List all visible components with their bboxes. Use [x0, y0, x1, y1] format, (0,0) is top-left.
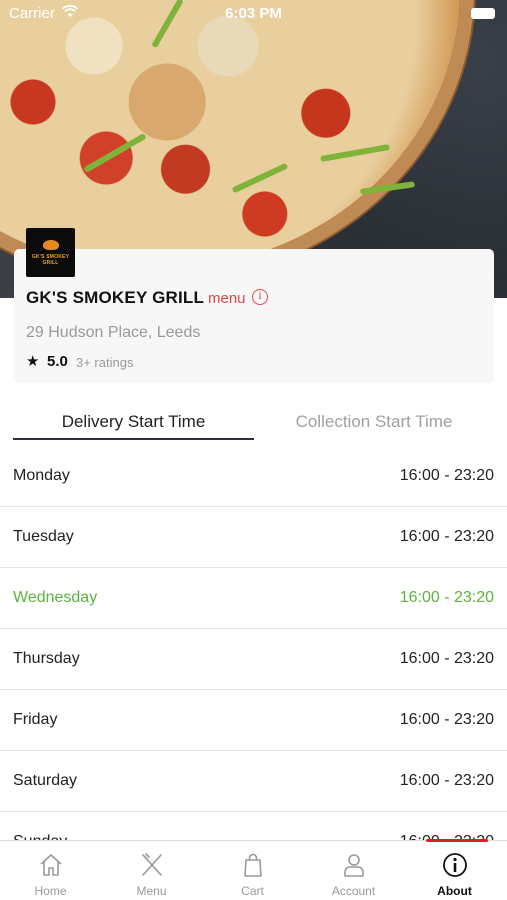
- day-label: Monday: [13, 467, 70, 484]
- ratings-count: 3+ ratings: [76, 355, 134, 370]
- star-icon: ★: [26, 353, 40, 370]
- schedule-row: Thursday 16:00 - 23:20: [0, 629, 507, 690]
- hours-label: 16:00 - 23:20: [399, 711, 494, 728]
- opening-hours-list: Monday 16:00 - 23:20 Tuesday 16:00 - 23:20 W…: [0, 446, 507, 840]
- tab-bar-indicator: [426, 839, 488, 842]
- store-address: 29 Hudson Place, Leeds: [26, 324, 201, 341]
- hours-label: 16:00 - 23:20: [399, 650, 494, 667]
- schedule-row: Friday 16:00 - 23:20: [0, 690, 507, 751]
- hours-label: 16:00 - 23:20: [399, 589, 494, 606]
- info-icon[interactable]: i: [252, 289, 268, 305]
- tab-menu[interactable]: Menu: [101, 841, 202, 900]
- bottom-tab-bar: Home Menu Cart Account About: [0, 840, 507, 900]
- tab-cart[interactable]: Cart: [202, 841, 303, 900]
- schedule-row: Monday 16:00 - 23:20: [0, 446, 507, 507]
- tab-collection-start-time[interactable]: Collection Start Time: [254, 412, 494, 440]
- schedule-row: Saturday 16:00 - 23:20: [0, 751, 507, 812]
- day-label: Wednesday: [13, 589, 98, 606]
- day-label: Friday: [13, 711, 58, 728]
- battery-icon: [471, 8, 495, 19]
- schedule-row: Wednesday 16:00 - 23:20: [0, 568, 507, 629]
- tab-label: Cart: [241, 884, 264, 898]
- store-logo: GK'S SMOKEY GRILL: [26, 228, 75, 277]
- status-bar: Carrier 6:03 PM: [0, 0, 507, 28]
- logo-text: GK'S SMOKEY GRILL: [31, 254, 70, 266]
- tab-about[interactable]: About: [404, 841, 505, 900]
- tab-delivery-start-time[interactable]: Delivery Start Time: [13, 412, 254, 440]
- shopping-bag-icon: [244, 853, 262, 877]
- day-label: Sunday: [13, 833, 67, 840]
- flame-icon: [43, 240, 59, 250]
- schedule-row: Sunday16:00 - 23:20: [0, 812, 507, 840]
- hours-label: 16:00 - 23:20: [399, 772, 494, 789]
- tab-account[interactable]: Account: [303, 841, 404, 900]
- tab-label: About: [437, 884, 472, 898]
- info-icon: [443, 853, 467, 877]
- hours-label: 16:00 - 23:20: [399, 528, 494, 545]
- rating-value: 5.0: [47, 353, 68, 370]
- day-label: Thursday: [13, 650, 80, 667]
- home-icon: [40, 854, 62, 876]
- hours-label: 16:00 - 23:20: [399, 467, 494, 484]
- tab-label: Account: [331, 884, 376, 898]
- store-name: GK'S SMOKEY GRILL: [26, 288, 205, 307]
- person-icon: [344, 854, 364, 877]
- day-label: Tuesday: [13, 528, 74, 545]
- tab-label: Menu: [136, 884, 167, 898]
- status-time: 6:03 PM: [225, 5, 282, 22]
- schedule-row: Tuesday 16:00 - 23:20: [0, 507, 507, 568]
- active-tab-indicator: [13, 438, 254, 440]
- menu-link[interactable]: menu: [208, 290, 246, 307]
- tab-home[interactable]: Home: [0, 841, 101, 900]
- fork-knife-icon: [142, 853, 162, 876]
- day-label: Saturday: [13, 772, 78, 789]
- tab-label: Home: [34, 884, 67, 898]
